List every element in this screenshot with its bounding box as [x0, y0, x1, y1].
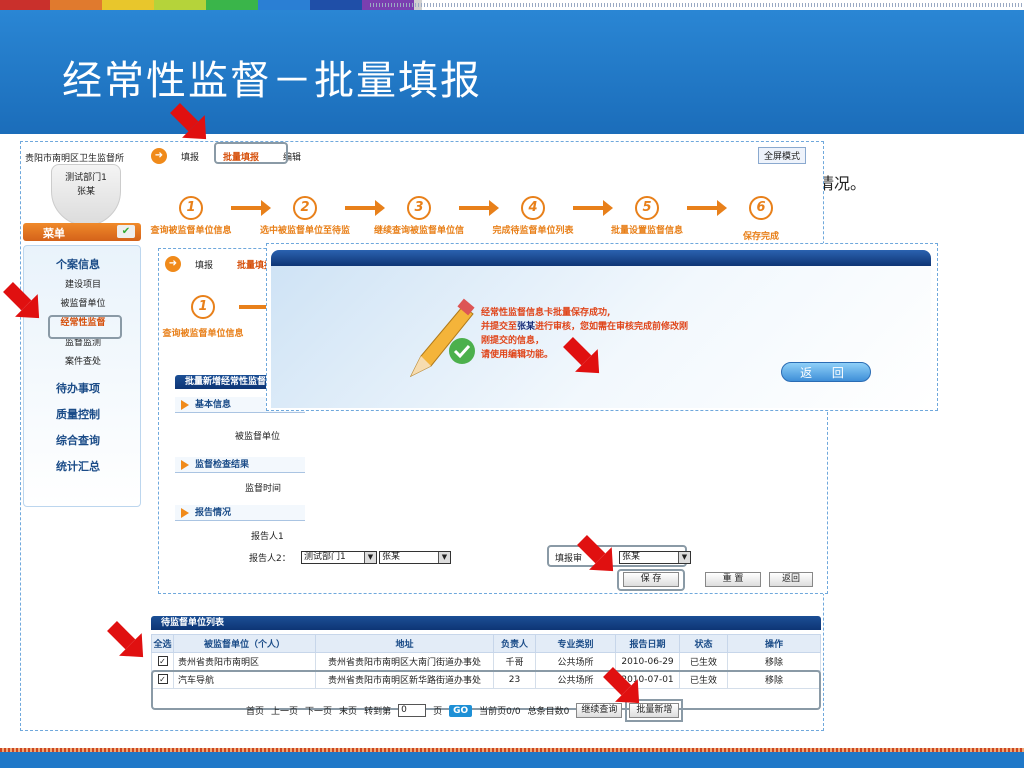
red-arrow-icon [577, 535, 614, 572]
red-arrow-icon [107, 621, 144, 658]
red-arrow-icon [603, 667, 640, 704]
red-arrow-icon [170, 103, 207, 140]
red-arrow-icon [563, 337, 600, 374]
red-arrow-icon [3, 282, 40, 319]
annotation-arrows [3, 103, 640, 704]
footer-band [0, 752, 1024, 768]
